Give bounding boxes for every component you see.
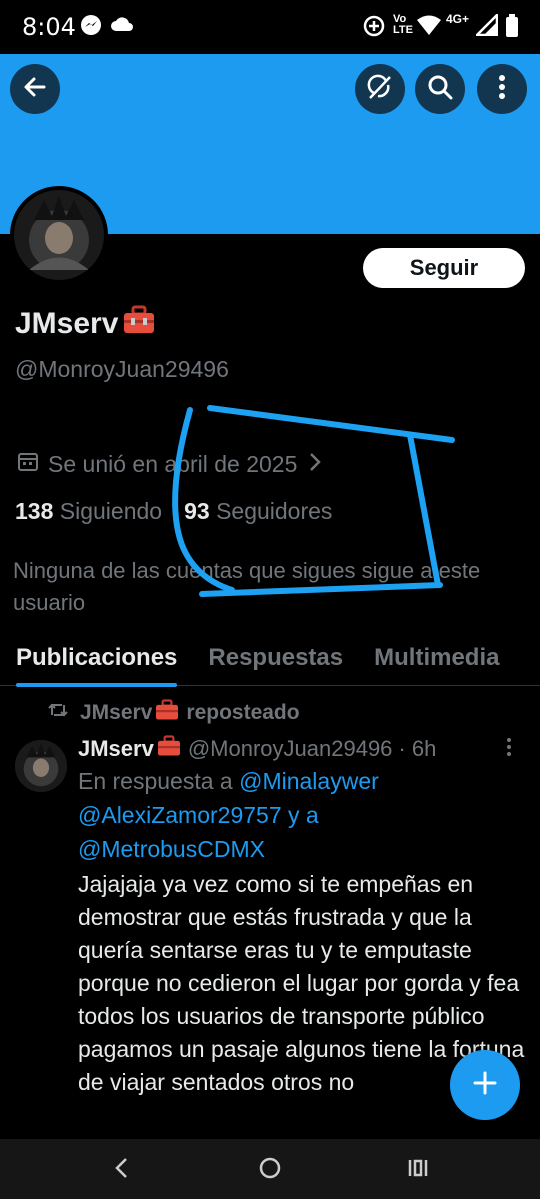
toolbox-emoji-icon bbox=[122, 305, 156, 343]
tweet-more-button[interactable] bbox=[506, 738, 512, 761]
follow-button[interactable]: Seguir bbox=[363, 248, 525, 288]
cloud-icon bbox=[110, 14, 134, 39]
compose-button[interactable] bbox=[450, 1050, 520, 1120]
arrow-left-icon bbox=[22, 74, 48, 105]
tab-label: Multimedia bbox=[374, 644, 500, 671]
profile-stats: 138 Siguiendo 93 Seguidores bbox=[15, 498, 354, 525]
tweet-header: JMserv @MonroyJuan29496 · 6h bbox=[78, 735, 436, 763]
volte-icon: Vo LTE bbox=[393, 13, 413, 36]
nav-recents-icon[interactable] bbox=[407, 1157, 429, 1184]
data-saver-icon bbox=[362, 14, 386, 43]
more-vertical-icon bbox=[506, 738, 512, 760]
active-tab-indicator bbox=[16, 683, 178, 687]
following-label: Siguiendo bbox=[59, 498, 163, 524]
tweet-time: · 6h bbox=[398, 736, 437, 761]
profile-handle: @MonroyJuan29496 bbox=[15, 356, 229, 382]
followers-count: 93 bbox=[184, 498, 210, 524]
tweet-avatar[interactable] bbox=[15, 740, 67, 792]
avatar-image bbox=[15, 740, 67, 792]
avatar-image bbox=[14, 190, 104, 280]
status-bar: 8:04 Vo LTE 4G+ bbox=[0, 0, 540, 54]
toolbox-emoji-icon bbox=[156, 735, 182, 763]
battery-icon bbox=[505, 14, 519, 43]
search-icon bbox=[427, 74, 453, 105]
system-nav-bar bbox=[0, 1139, 540, 1199]
display-name: JMserv bbox=[15, 305, 156, 343]
joined-date[interactable]: Se unió en abril de 2025 bbox=[17, 450, 322, 478]
joined-text: Se unió en abril de 2025 bbox=[48, 450, 298, 477]
repost-user: JMserv bbox=[80, 701, 153, 724]
status-time: 8:04 bbox=[22, 13, 76, 41]
followers-you-know-note: Ninguna de las cuentas que sigues sigue … bbox=[13, 558, 481, 615]
repost-icon bbox=[48, 701, 68, 725]
mention-link[interactable]: @MetrobusCDMX bbox=[78, 836, 265, 862]
more-options-button[interactable] bbox=[477, 64, 527, 114]
tweet-author-handle[interactable]: @MonroyJuan29496 bbox=[188, 736, 393, 762]
tab-respuestas[interactable]: Respuestas bbox=[208, 640, 343, 685]
display-name-text: JMserv bbox=[15, 307, 119, 340]
grok-icon bbox=[366, 73, 394, 106]
nav-back-icon[interactable] bbox=[114, 1157, 128, 1184]
followers-link[interactable]: 93 Seguidores bbox=[184, 498, 332, 525]
repost-indicator[interactable]: JMserv reposteado bbox=[48, 699, 300, 727]
tab-label: Respuestas bbox=[208, 644, 344, 671]
tab-publicaciones[interactable]: Publicaciones bbox=[16, 640, 178, 687]
profile-avatar[interactable] bbox=[10, 186, 108, 284]
tweet-author-name[interactable]: JMserv bbox=[78, 736, 154, 762]
nav-home-icon[interactable] bbox=[259, 1157, 281, 1184]
wifi-icon bbox=[416, 14, 442, 41]
search-button[interactable] bbox=[415, 64, 465, 114]
calendar-icon bbox=[17, 450, 39, 478]
following-link[interactable]: 138 Siguiendo bbox=[15, 498, 162, 525]
toolbox-emoji-icon bbox=[154, 699, 180, 727]
signal-icon bbox=[473, 11, 499, 41]
reply-context: En respuesta a @Minalaywer @AlexiZamor29… bbox=[78, 764, 528, 866]
reply-and: y a bbox=[288, 802, 319, 828]
grok-button[interactable] bbox=[355, 64, 405, 114]
followers-label: Seguidores bbox=[216, 498, 333, 524]
tab-multimedia[interactable]: Multimedia bbox=[374, 640, 499, 685]
plus-icon bbox=[472, 1070, 498, 1101]
more-vertical-icon bbox=[498, 74, 506, 104]
tab-label: Publicaciones bbox=[16, 644, 178, 671]
repost-suffix: reposteado bbox=[186, 701, 300, 724]
chevron-right-icon bbox=[309, 451, 322, 478]
profile-tabs: Publicaciones Respuestas Multimedia bbox=[0, 640, 540, 687]
mention-link[interactable]: @AlexiZamor29757 bbox=[78, 802, 282, 828]
messenger-icon bbox=[80, 14, 102, 41]
mention-link[interactable]: @Minalaywer bbox=[239, 768, 379, 794]
following-count: 138 bbox=[15, 498, 54, 524]
reply-prefix: En respuesta a bbox=[78, 768, 233, 794]
network-type: 4G+ bbox=[446, 12, 470, 26]
back-button[interactable] bbox=[10, 64, 60, 114]
